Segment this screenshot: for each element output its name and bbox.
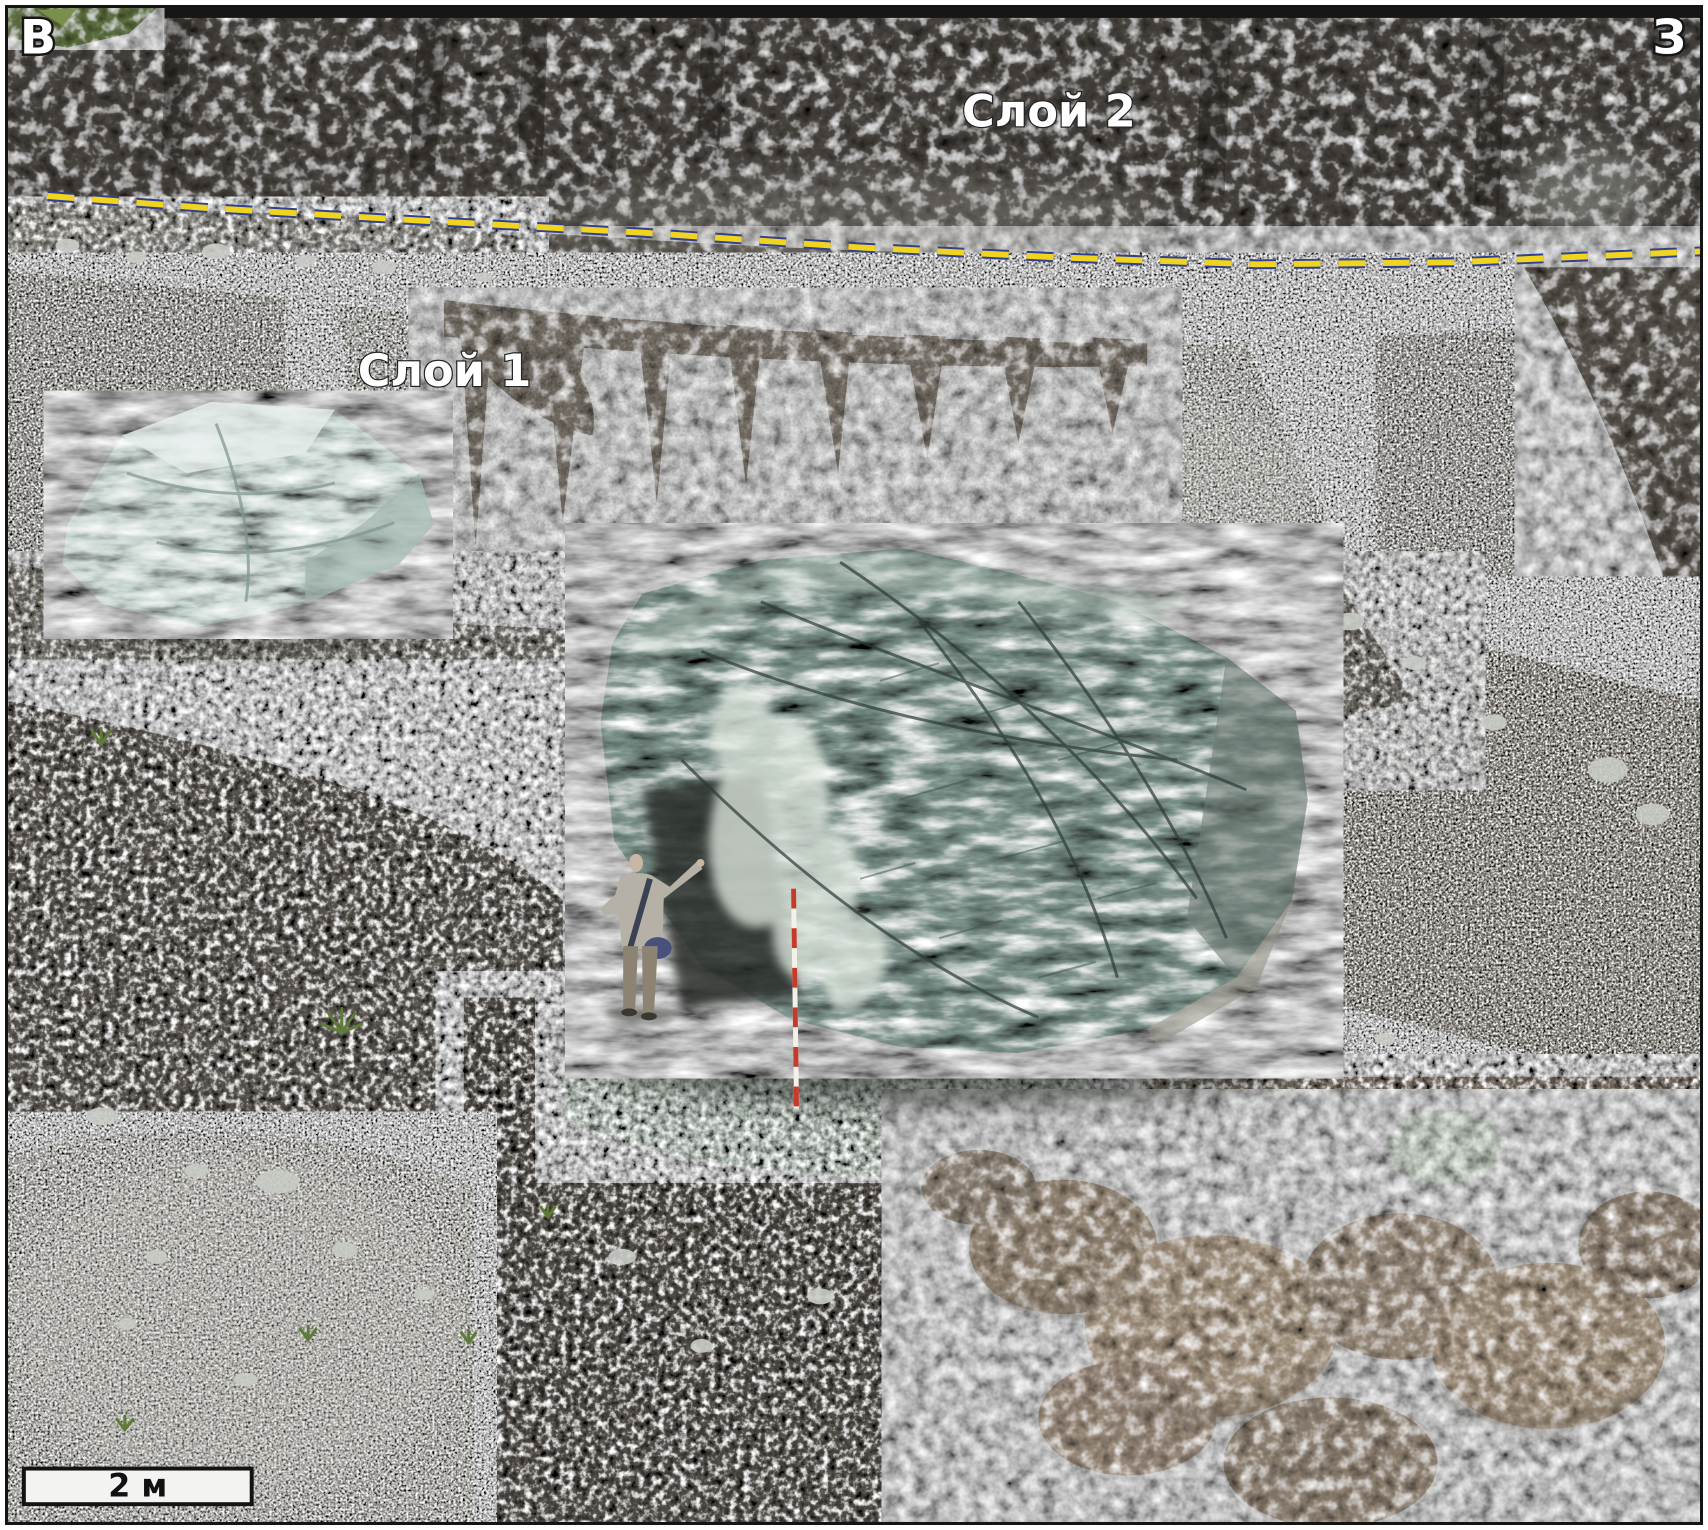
person-hand	[696, 859, 704, 867]
person-shadow	[604, 1006, 675, 1024]
person-head	[629, 854, 643, 872]
outcrop-photo-figure: В З Слой 2 Слой 1 2 м	[0, 0, 1708, 1530]
layer1-label: Слой 1	[358, 345, 532, 397]
top-shadow-strip	[8, 8, 1700, 18]
layer2-label: Слой 2	[962, 86, 1136, 138]
photo-frame: В З Слой 2 Слой 1 2 м	[5, 5, 1703, 1525]
person-left-shoe	[621, 1008, 637, 1016]
person-right-shoe	[641, 1012, 657, 1020]
pale-streak-right	[1519, 147, 1658, 236]
bottom-left-highlight	[8, 1156, 464, 1492]
scale-bar-label: 2 м	[108, 1468, 167, 1504]
pole-white	[794, 889, 797, 1109]
corner-label-east: В	[20, 11, 56, 66]
photo-scene: В З Слой 2 Слой 1 2 м	[8, 8, 1700, 1522]
scale-bar: 2 м	[24, 1468, 252, 1504]
measuring-pole	[794, 889, 797, 1109]
corner-label-west: З	[1652, 11, 1686, 66]
